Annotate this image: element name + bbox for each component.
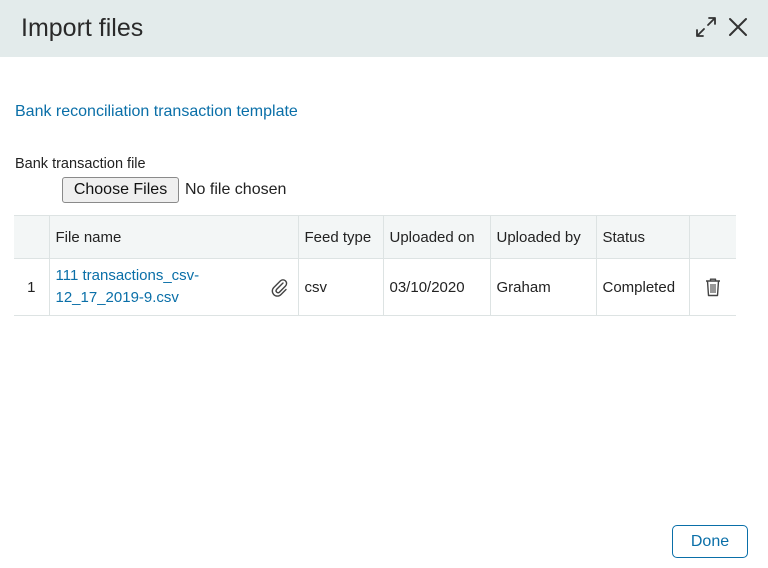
row-index: 1 — [14, 258, 49, 316]
table-header-row: File name Feed type Uploaded on Uploaded… — [14, 215, 736, 259]
file-name-link[interactable]: 111 transactions_csv-12_17_2019-9.csv — [56, 265, 256, 309]
template-link[interactable]: Bank reconciliation transaction template — [15, 103, 298, 121]
close-button[interactable] — [725, 14, 751, 40]
header-uploaded-by[interactable]: Uploaded by — [489, 215, 596, 259]
table-row: 1 111 transactions_csv-12_17_2019-9.csv … — [14, 258, 736, 316]
uploaded-on-cell: 03/10/2020 — [382, 258, 490, 316]
expand-icon — [696, 17, 716, 37]
feed-type-cell: csv — [297, 258, 383, 316]
trash-icon[interactable] — [704, 277, 722, 297]
expand-button[interactable] — [693, 14, 719, 40]
done-button[interactable]: Done — [672, 525, 748, 558]
header-uploaded-on[interactable]: Uploaded on — [382, 215, 490, 259]
header-index — [14, 215, 49, 259]
file-input-label: Bank transaction file — [15, 156, 146, 172]
dialog-title: Import files — [21, 14, 144, 42]
file-name-cell: 111 transactions_csv-12_17_2019-9.csv — [48, 258, 298, 316]
files-table: File name Feed type Uploaded on Uploaded… — [14, 215, 736, 316]
header-status[interactable]: Status — [595, 215, 689, 259]
uploaded-by-cell: Graham — [489, 258, 596, 316]
header-feed-type[interactable]: Feed type — [297, 215, 383, 259]
actions-cell — [688, 258, 736, 316]
header-actions — [688, 215, 736, 259]
status-cell: Completed — [595, 258, 689, 316]
dialog-header: Import files — [0, 0, 768, 57]
paperclip-icon — [271, 279, 287, 297]
header-file-name[interactable]: File name — [48, 215, 298, 259]
file-status-text: No file chosen — [185, 181, 287, 198]
close-icon — [729, 18, 747, 36]
choose-files-button[interactable]: Choose Files — [62, 177, 179, 203]
